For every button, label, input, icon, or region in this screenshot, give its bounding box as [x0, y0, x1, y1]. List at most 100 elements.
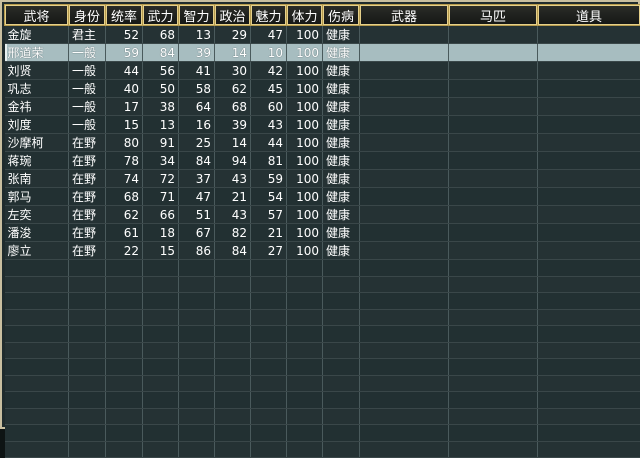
col-header-item[interactable]: 道具 — [538, 5, 640, 26]
cell-status: 在野 — [69, 206, 106, 224]
cell-war: 56 — [143, 62, 179, 80]
cell-officer-name: 蒋琬 — [5, 152, 69, 170]
cell-leadership: 68 — [106, 188, 143, 206]
cell-item — [538, 134, 640, 152]
empty-cell — [323, 441, 360, 458]
empty-cell — [360, 359, 449, 376]
officer-row[interactable]: 金旋君主5268132947100健康 — [5, 26, 640, 44]
header-row: 武将 身份 统率 武力 智力 政治 魅力 体力 伤病 武器 马匹 道具 — [5, 5, 640, 26]
officer-row[interactable]: 金祎一般1738646860100健康 — [5, 98, 640, 116]
officer-row[interactable]: 沙摩柯在野8091251444100健康 — [5, 134, 640, 152]
cell-stamina: 100 — [287, 188, 323, 206]
cell-horse — [449, 80, 538, 98]
cell-officer-name: 金旋 — [5, 26, 69, 44]
cell-injury: 健康 — [323, 152, 360, 170]
cell-war: 18 — [143, 224, 179, 242]
cell-politics: 68 — [215, 98, 251, 116]
cell-war: 71 — [143, 188, 179, 206]
empty-cell — [287, 309, 323, 326]
cell-item — [538, 242, 640, 260]
cell-officer-name: 左奕 — [5, 206, 69, 224]
empty-cell — [179, 408, 215, 425]
officer-row[interactable]: 潘浚在野6118678221100健康 — [5, 224, 640, 242]
cell-status: 一般 — [69, 44, 106, 62]
officer-row[interactable]: 廖立在野2215868427100健康 — [5, 242, 640, 260]
officer-row[interactable]: 刘贤一般4456413042100健康 — [5, 62, 640, 80]
col-header-intelligence[interactable]: 智力 — [179, 5, 215, 26]
empty-cell — [106, 425, 143, 442]
col-header-stamina[interactable]: 体力 — [287, 5, 323, 26]
empty-cell — [69, 375, 106, 392]
empty-cell — [251, 276, 287, 293]
col-header-status[interactable]: 身份 — [69, 5, 106, 26]
empty-cell — [179, 309, 215, 326]
empty-cell — [179, 375, 215, 392]
cell-leadership: 78 — [106, 152, 143, 170]
empty-cell — [69, 441, 106, 458]
empty-cell — [215, 425, 251, 442]
empty-cell — [360, 375, 449, 392]
empty-cell — [251, 441, 287, 458]
col-header-horse[interactable]: 马匹 — [449, 5, 538, 26]
cell-war: 34 — [143, 152, 179, 170]
col-header-injury[interactable]: 伤病 — [323, 5, 360, 26]
cell-item — [538, 62, 640, 80]
empty-cell — [538, 425, 640, 442]
cell-status: 一般 — [69, 116, 106, 134]
empty-cell — [323, 392, 360, 409]
cell-stamina: 100 — [287, 116, 323, 134]
col-header-weapon[interactable]: 武器 — [360, 5, 449, 26]
cell-injury: 健康 — [323, 134, 360, 152]
empty-cell — [287, 392, 323, 409]
empty-cell — [215, 441, 251, 458]
officer-row[interactable]: 刘度一般1513163943100健康 — [5, 116, 640, 134]
empty-cell — [287, 293, 323, 310]
cell-war: 72 — [143, 170, 179, 188]
empty-cell — [69, 392, 106, 409]
cell-weapon — [360, 188, 449, 206]
cell-intelligence: 86 — [179, 242, 215, 260]
col-header-charm[interactable]: 魅力 — [251, 5, 287, 26]
empty-cell — [287, 276, 323, 293]
officer-row[interactable]: 张南在野7472374359100健康 — [5, 170, 640, 188]
empty-row — [5, 425, 640, 442]
officer-row[interactable]: 郭马在野6871472154100健康 — [5, 188, 640, 206]
officer-row[interactable]: 蒋琬在野7834849481100健康 — [5, 152, 640, 170]
col-header-leadership[interactable]: 统率 — [106, 5, 143, 26]
empty-cell — [69, 326, 106, 343]
col-header-war[interactable]: 武力 — [143, 5, 179, 26]
cell-stamina: 100 — [287, 242, 323, 260]
empty-cell — [69, 425, 106, 442]
empty-cell — [179, 392, 215, 409]
empty-cell — [360, 408, 449, 425]
cell-horse — [449, 134, 538, 152]
empty-cell — [538, 408, 640, 425]
empty-cell — [179, 260, 215, 277]
empty-row — [5, 309, 640, 326]
cell-war: 13 — [143, 116, 179, 134]
cell-officer-name: 刘贤 — [5, 62, 69, 80]
empty-cell — [538, 260, 640, 277]
officer-row[interactable]: 邢道荣一般5984391410100健康 — [5, 44, 640, 62]
empty-cell — [449, 342, 538, 359]
empty-cell — [449, 326, 538, 343]
col-header-officer[interactable]: 武将 — [5, 5, 69, 26]
cell-horse — [449, 98, 538, 116]
officer-row[interactable]: 巩志一般4050586245100健康 — [5, 80, 640, 98]
empty-cell — [5, 392, 69, 409]
empty-cell — [215, 342, 251, 359]
cell-intelligence: 51 — [179, 206, 215, 224]
cell-charm: 43 — [251, 116, 287, 134]
col-header-politics[interactable]: 政治 — [215, 5, 251, 26]
cell-stamina: 100 — [287, 170, 323, 188]
cell-injury: 健康 — [323, 80, 360, 98]
cell-war: 50 — [143, 80, 179, 98]
empty-cell — [287, 375, 323, 392]
cell-status: 在野 — [69, 188, 106, 206]
empty-cell — [215, 408, 251, 425]
cell-status: 在野 — [69, 170, 106, 188]
empty-cell — [251, 342, 287, 359]
empty-cell — [538, 326, 640, 343]
cell-officer-name: 郭马 — [5, 188, 69, 206]
officer-row[interactable]: 左奕在野6266514357100健康 — [5, 206, 640, 224]
